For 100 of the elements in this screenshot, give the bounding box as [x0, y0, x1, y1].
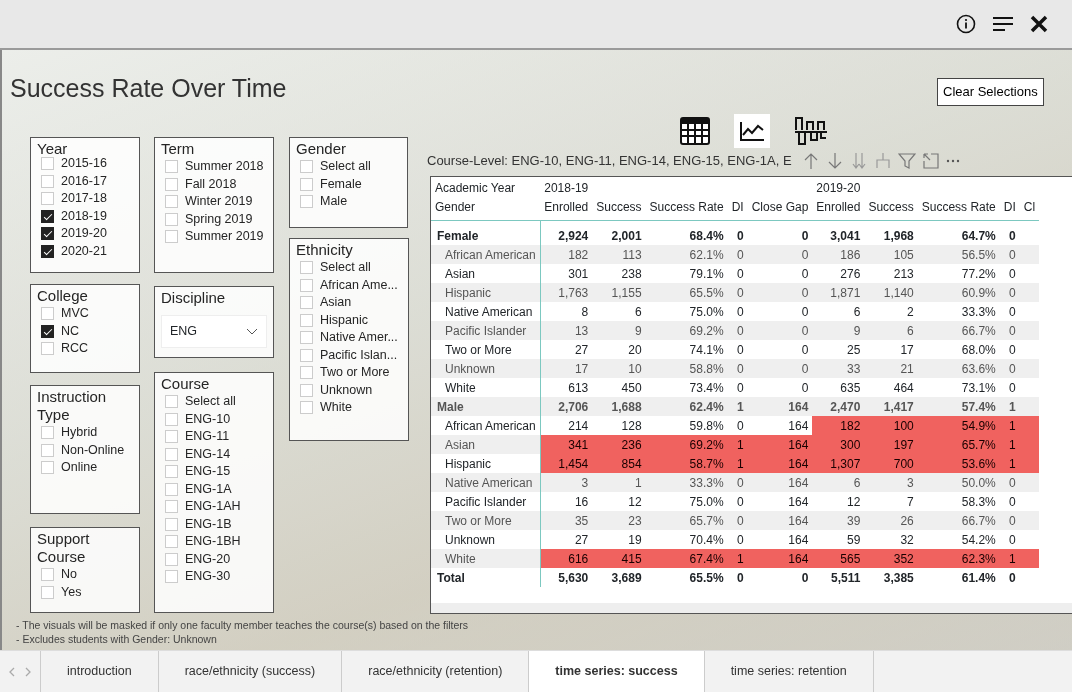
- table-cell: 39: [812, 511, 865, 530]
- clear-selections-button[interactable]: Clear Selections: [937, 78, 1044, 106]
- table-cell: 0: [747, 378, 813, 397]
- table-cell: 75.0%: [645, 492, 728, 511]
- page-tab[interactable]: time series: success: [529, 651, 705, 692]
- option-label: Asian: [320, 294, 352, 312]
- option-label: Pacific Islan...: [320, 346, 398, 364]
- table-cell: 1,155: [592, 283, 646, 302]
- slicer-title: Support Course: [37, 530, 91, 566]
- table-cell: 73.4%: [645, 378, 728, 397]
- table-cell: 6: [812, 473, 865, 492]
- table-cell: 69.2%: [645, 435, 728, 454]
- line-chart-icon[interactable]: [734, 114, 770, 148]
- option-label: African Ame...: [320, 276, 398, 294]
- table-cell: 33: [812, 359, 865, 378]
- table-cell: 236: [592, 435, 646, 454]
- table-cell: 35: [540, 511, 593, 530]
- menu-icon[interactable]: [992, 16, 1014, 32]
- option-label: Native Amer...: [320, 329, 398, 347]
- column-header: Success Rate: [645, 198, 728, 221]
- dropdown-field[interactable]: ENG: [161, 315, 267, 348]
- table-cell: 60.9%: [917, 283, 1000, 302]
- table-cell: 5,630: [540, 568, 593, 587]
- table-cell: 27: [540, 530, 593, 549]
- table-cell: 1,763: [540, 283, 593, 302]
- table-cell: 68.4%: [645, 220, 728, 245]
- table-cell: 65.5%: [645, 568, 728, 587]
- table-cell: 105: [864, 245, 918, 264]
- option-label: ENG-11: [185, 428, 230, 446]
- table-cell: 32: [864, 530, 918, 549]
- table-cell: 0: [747, 245, 813, 264]
- focus-mode-icon[interactable]: [921, 151, 940, 170]
- table-cell: 2,001: [592, 220, 646, 245]
- table-cell: 1: [592, 473, 646, 492]
- table-cell: 66.7%: [917, 511, 1000, 530]
- slicer-title: Term: [161, 140, 196, 158]
- filter-icon[interactable]: [897, 151, 916, 170]
- checkbox[interactable]: [41, 244, 54, 258]
- option-label: ENG-30: [185, 568, 231, 586]
- table-cell: 59: [812, 530, 865, 549]
- table-cell: 128: [592, 416, 646, 435]
- table-icon[interactable]: [680, 117, 710, 145]
- table-cell: 65.7%: [645, 511, 728, 530]
- table-cell: 17: [540, 359, 593, 378]
- table-cell: 62.1%: [645, 245, 728, 264]
- close-icon[interactable]: [1030, 15, 1048, 33]
- table-cell: 13: [540, 321, 593, 340]
- table-cell: 75.0%: [645, 302, 728, 321]
- table-cell: 1,688: [592, 397, 646, 416]
- table-cell: 0: [747, 359, 813, 378]
- table-cell: 69.2%: [645, 321, 728, 340]
- checkbox[interactable]: [41, 324, 54, 338]
- option-label: Select all: [185, 393, 236, 411]
- table-cell: 56.5%: [917, 245, 1000, 264]
- table-cell: 27: [540, 340, 593, 359]
- table-cell: 79.1%: [645, 264, 728, 283]
- table-cell: 74.1%: [645, 340, 728, 359]
- table-cell: 54.9%: [917, 416, 1000, 435]
- option-label: 2019-20: [61, 225, 107, 243]
- horizontal-scrollbar[interactable]: [431, 603, 1072, 613]
- table-cell: 113: [592, 245, 646, 264]
- table-cell: 62.3%: [917, 549, 1000, 568]
- table-cell: 300: [812, 435, 865, 454]
- column-header: DI: [727, 198, 748, 221]
- table-cell: 58.7%: [645, 454, 728, 473]
- option-label: ENG-1AH: [185, 498, 241, 516]
- checkbox[interactable]: [41, 209, 54, 223]
- table-cell: 57.4%: [917, 397, 1000, 416]
- table-cell: 7: [864, 492, 918, 511]
- table-cell: 613: [540, 378, 593, 397]
- decomposition-icon[interactable]: [794, 116, 828, 146]
- table-cell: 0: [747, 340, 813, 359]
- option-label: Female: [320, 175, 362, 193]
- table-cell: 5,511: [812, 568, 865, 587]
- option-label: Summer 2018: [185, 158, 264, 176]
- column-header: DI: [999, 198, 1020, 221]
- table-cell: 6: [864, 321, 918, 340]
- slicer-title: College: [37, 287, 89, 305]
- hierarchy-icon[interactable]: [873, 151, 892, 170]
- table-cell: 0: [999, 378, 1020, 397]
- slicer-title: Gender: [296, 140, 348, 158]
- table-cell: 21: [864, 359, 918, 378]
- row-header: Two or More: [431, 511, 541, 530]
- table-cell: 67.4%: [645, 549, 728, 568]
- table-cell: 1,871: [812, 283, 865, 302]
- table-cell: 182: [540, 245, 593, 264]
- table-cell: 0: [727, 530, 748, 549]
- checkbox[interactable]: [41, 227, 54, 241]
- info-icon[interactable]: [956, 14, 976, 34]
- table-cell: 19: [592, 530, 646, 549]
- table-cell: 33.3%: [645, 473, 728, 492]
- table-cell: 0: [747, 220, 813, 245]
- column-header: Success: [864, 198, 918, 221]
- table-header: Gender: [431, 198, 541, 221]
- table-cell: 0: [999, 302, 1020, 321]
- table-cell: 276: [812, 264, 865, 283]
- row-header: Hispanic: [431, 283, 541, 302]
- table-cell: 1,140: [864, 283, 918, 302]
- table-cell: 54.2%: [917, 530, 1000, 549]
- table-cell: 9: [592, 321, 646, 340]
